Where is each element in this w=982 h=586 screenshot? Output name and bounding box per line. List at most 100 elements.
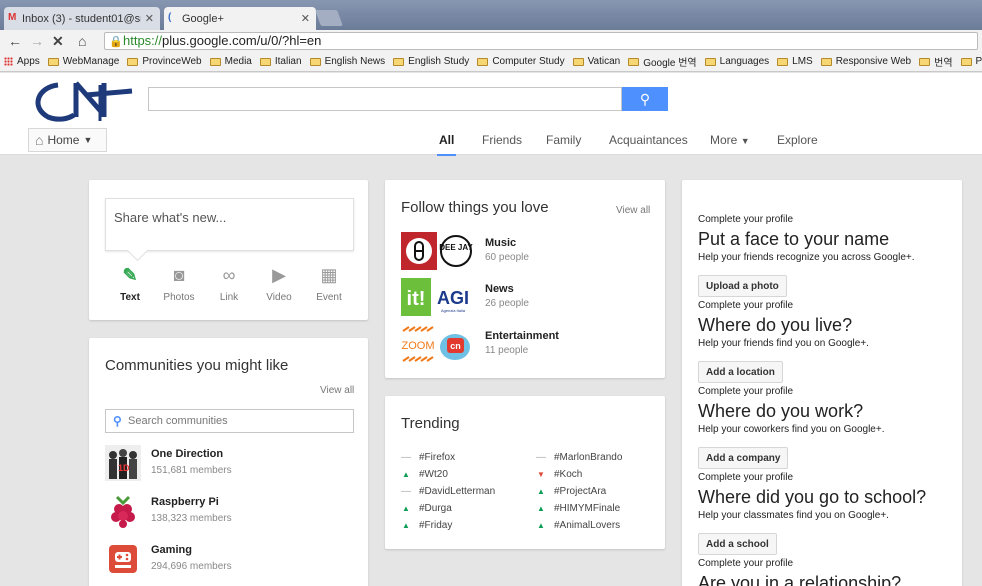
folder-icon [628, 57, 640, 66]
close-tab-icon[interactable]: ✕ [301, 12, 310, 25]
profile-prompt-description: Help your classmates find you on Google+… [698, 510, 889, 521]
tab-acquaintances[interactable]: Acquaintances [609, 133, 688, 147]
link-icon: ∞ [222, 265, 236, 285]
tab-family[interactable]: Family [546, 133, 581, 147]
site-logo[interactable] [28, 77, 140, 123]
stop-icon[interactable]: ✕ [52, 32, 64, 50]
trending-topic[interactable]: ▲ #ProjectAra [536, 486, 606, 497]
communities-view-all-link[interactable]: View all [320, 385, 354, 396]
svg-text:1D: 1D [118, 463, 130, 473]
trending-topic[interactable]: ▼ #Koch [536, 469, 582, 480]
folder-icon [919, 57, 931, 66]
tab-google-plus[interactable]: ( Google+ ✕ [164, 7, 316, 30]
bookmark-folder[interactable]: English News [309, 56, 385, 67]
profile-action-button[interactable]: Add a school [698, 533, 777, 555]
bookmark-folder[interactable]: WebManage [47, 56, 119, 67]
profile-prompt-heading: Are you in a relationship? [698, 573, 902, 586]
trending-topic[interactable]: ▲ #Wt20 [401, 469, 448, 480]
complete-profile-label: Complete your profile [698, 300, 794, 311]
one-direction-thumbnail: 1D [105, 445, 141, 481]
tab-all[interactable]: All [436, 133, 457, 156]
share-link-button[interactable]: ∞ Link [204, 264, 254, 303]
bookmark-folder[interactable]: Languages [704, 56, 769, 67]
share-input[interactable]: Share what's new... [105, 198, 354, 251]
share-text-button[interactable]: ✎ Text [105, 264, 155, 303]
close-tab-icon[interactable]: ✕ [145, 12, 154, 25]
trending-topic[interactable]: — #MarlonBrando [536, 452, 622, 463]
complete-profile-label: Complete your profile [698, 214, 794, 225]
home-icon[interactable]: ⌂ [78, 32, 86, 50]
follow-card: Follow things you love View all DEE JAY … [385, 180, 665, 378]
bookmark-folder[interactable]: Vatican [572, 56, 620, 67]
home-menu-button[interactable]: ⌂ Home ▼ [28, 128, 107, 152]
bookmark-folder[interactable]: Media [209, 56, 252, 67]
bookmark-folder[interactable]: Google 번역 [628, 54, 697, 69]
search-communities-input[interactable]: ⚲ Search communities [105, 409, 354, 433]
communities-title: Communities you might like [105, 357, 289, 374]
complete-profile-card: Complete your profile Put a face to your … [682, 180, 962, 586]
complete-profile-label: Complete your profile [698, 558, 794, 569]
chevron-down-icon: ▼ [740, 136, 750, 146]
community-item[interactable]: Gaming 294,696 members [105, 541, 345, 577]
follow-item-entertainment[interactable]: ZOOM cn Entertainment 11 people [401, 325, 631, 363]
profile-prompt-heading: Where do you work? [698, 401, 864, 421]
share-photos-button[interactable]: ◙ Photos [154, 264, 204, 303]
bookmark-folder[interactable]: Responsive Web [820, 56, 911, 67]
tab-gmail[interactable]: M Inbox (3) - student01@snc ✕ [4, 7, 160, 30]
trend-up-icon: ▲ [537, 521, 545, 530]
forward-arrow-icon[interactable]: → [30, 32, 44, 50]
tab-more[interactable]: More ▼ [710, 133, 750, 147]
profile-prompt-heading: Put a face to your name [698, 229, 890, 249]
communities-card: Communities you might like View all ⚲ Se… [89, 338, 368, 586]
bookmark-folder[interactable]: English Study [393, 56, 469, 67]
folder-icon [572, 57, 584, 66]
share-card: Share what's new... ✎ Text ◙ Photos ∞ Li… [89, 180, 368, 320]
trending-topic[interactable]: — #DavidLetterman [401, 486, 495, 497]
share-video-button[interactable]: ▶ Video [254, 264, 304, 303]
search-button[interactable]: ⚲ [622, 87, 668, 111]
bookmark-folder[interactable]: 번역 [919, 54, 953, 69]
tab-explore[interactable]: Explore [777, 133, 818, 147]
tab-friends[interactable]: Friends [482, 133, 522, 147]
follow-title: Follow things you love [401, 199, 549, 216]
trending-topic[interactable]: ▲ #HIMYMFinale [536, 503, 620, 514]
stream-navbar: ⌂ Home ▼ All Friends Family Acquaintance… [0, 125, 982, 156]
svg-text:ZOOM: ZOOM [402, 340, 435, 352]
trend-flat-icon: — [401, 452, 411, 463]
complete-profile-label: Complete your profile [698, 472, 794, 483]
profile-action-button[interactable]: Add a company [698, 447, 789, 469]
profile-prompt-heading: Where did you go to school? [698, 487, 927, 507]
back-arrow-icon[interactable]: ← [8, 32, 22, 50]
trending-topic[interactable]: ▲ #Friday [401, 520, 452, 531]
follow-item-music[interactable]: DEE JAY Music 60 people [401, 232, 631, 270]
new-tab-button[interactable] [315, 10, 343, 26]
follow-item-news[interactable]: it! AGI Agenzia Italia News 26 people [401, 278, 631, 316]
folder-icon [127, 57, 139, 66]
profile-action-button[interactable]: Add a location [698, 361, 783, 383]
bookmark-apps[interactable]: Apps [4, 56, 40, 67]
trending-topic[interactable]: ▲ #AnimalLovers [536, 520, 620, 531]
bookmark-folder[interactable]: Pe [960, 56, 982, 67]
bookmark-folder[interactable]: Computer Study [477, 56, 565, 67]
calendar-icon: ▦ [320, 265, 338, 285]
bookmark-folder[interactable]: ProvinceWeb [127, 56, 202, 67]
gaming-thumbnail [109, 545, 137, 573]
trend-down-icon: ▼ [537, 470, 545, 479]
raspberry-pi-thumbnail [111, 495, 135, 528]
profile-action-button[interactable]: Upload a photo [698, 275, 787, 297]
share-event-button[interactable]: ▦ Event [304, 264, 354, 303]
entertainment-thumbnail: ZOOM cn [402, 326, 470, 362]
search-input[interactable] [148, 87, 622, 111]
trending-topic[interactable]: — #Firefox [401, 452, 455, 463]
community-item[interactable]: 1D One Direction 151,681 members [105, 445, 345, 481]
community-item[interactable]: Raspberry Pi 138,323 members [105, 493, 345, 529]
follow-view-all-link[interactable]: View all [616, 205, 650, 216]
bookmark-folder[interactable]: Italian [259, 56, 302, 67]
address-bar[interactable]: 🔒 https://plus.google.com/u/0/?hl=en [104, 32, 978, 50]
browser-tab-strip: M Inbox (3) - student01@snc ✕ ( Google+ … [0, 0, 982, 30]
bookmark-folder[interactable]: LMS [777, 56, 813, 67]
google-plus-icon: ( [168, 12, 172, 23]
news-thumbnail: it! AGI Agenzia Italia [401, 278, 469, 316]
page-header: ⚲ [0, 73, 982, 125]
trending-topic[interactable]: ▲ #Durga [401, 503, 452, 514]
